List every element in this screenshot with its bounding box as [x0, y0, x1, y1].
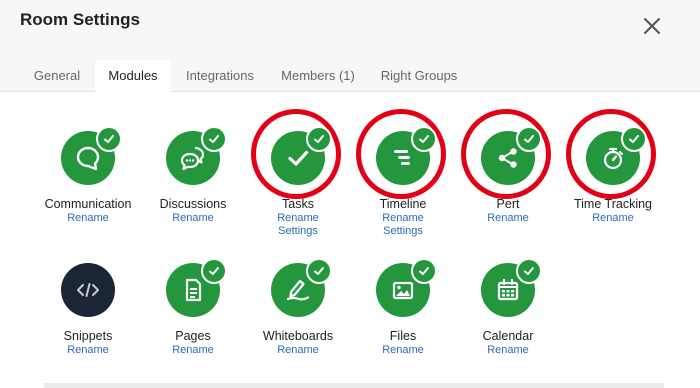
module-label: Time Tracking [573, 197, 653, 211]
module-label: Whiteboards [262, 329, 334, 343]
tab-modules[interactable]: Modules [95, 60, 171, 92]
enabled-check-icon[interactable] [411, 258, 437, 284]
tab-integrations[interactable]: Integrations [177, 60, 263, 91]
rename-link[interactable]: Rename [248, 344, 348, 356]
dialog-title: Room Settings [20, 10, 140, 29]
module-label: Timeline [379, 197, 427, 211]
rename-link[interactable]: Rename [248, 212, 348, 224]
module-label: Snippets [63, 329, 113, 343]
dialog-header: Room Settings General Modules Integratio… [0, 0, 700, 92]
rename-link[interactable]: Rename [38, 212, 138, 224]
rename-link[interactable]: Rename [38, 344, 138, 356]
enabled-check-icon[interactable] [201, 126, 227, 152]
module-label: Files [389, 329, 417, 343]
module-label: Tasks [282, 197, 314, 211]
horizontal-scrollbar[interactable] [44, 383, 664, 388]
code-icon [61, 263, 115, 317]
module-label: Pert [496, 197, 520, 211]
rename-link[interactable]: Rename [458, 344, 558, 356]
enabled-check-icon[interactable] [96, 126, 122, 152]
tab-general[interactable]: General [22, 60, 92, 91]
rename-link[interactable]: Rename [143, 212, 243, 224]
enabled-check-icon[interactable] [621, 126, 647, 152]
rename-link[interactable]: Rename [563, 212, 663, 224]
enabled-check-icon[interactable] [411, 126, 437, 152]
enabled-check-icon[interactable] [306, 126, 332, 152]
enabled-check-icon[interactable] [516, 126, 542, 152]
rename-link[interactable]: Rename [353, 212, 453, 224]
enabled-check-icon[interactable] [306, 258, 332, 284]
module-label: Pages [175, 329, 211, 343]
tab-right-groups[interactable]: Right Groups [373, 60, 465, 91]
rename-link[interactable]: Rename [143, 344, 243, 356]
close-icon[interactable] [640, 14, 664, 38]
module-label: Calendar [482, 329, 534, 343]
module-label: Discussions [159, 197, 227, 211]
rename-link[interactable]: Rename [353, 344, 453, 356]
rename-link[interactable]: Rename [458, 212, 558, 224]
settings-link[interactable]: Settings [353, 225, 453, 237]
settings-link[interactable]: Settings [248, 225, 348, 237]
enabled-check-icon[interactable] [516, 258, 542, 284]
module-label: Communication [44, 197, 132, 211]
enabled-check-icon[interactable] [201, 258, 227, 284]
tab-members[interactable]: Members (1) [276, 60, 360, 91]
